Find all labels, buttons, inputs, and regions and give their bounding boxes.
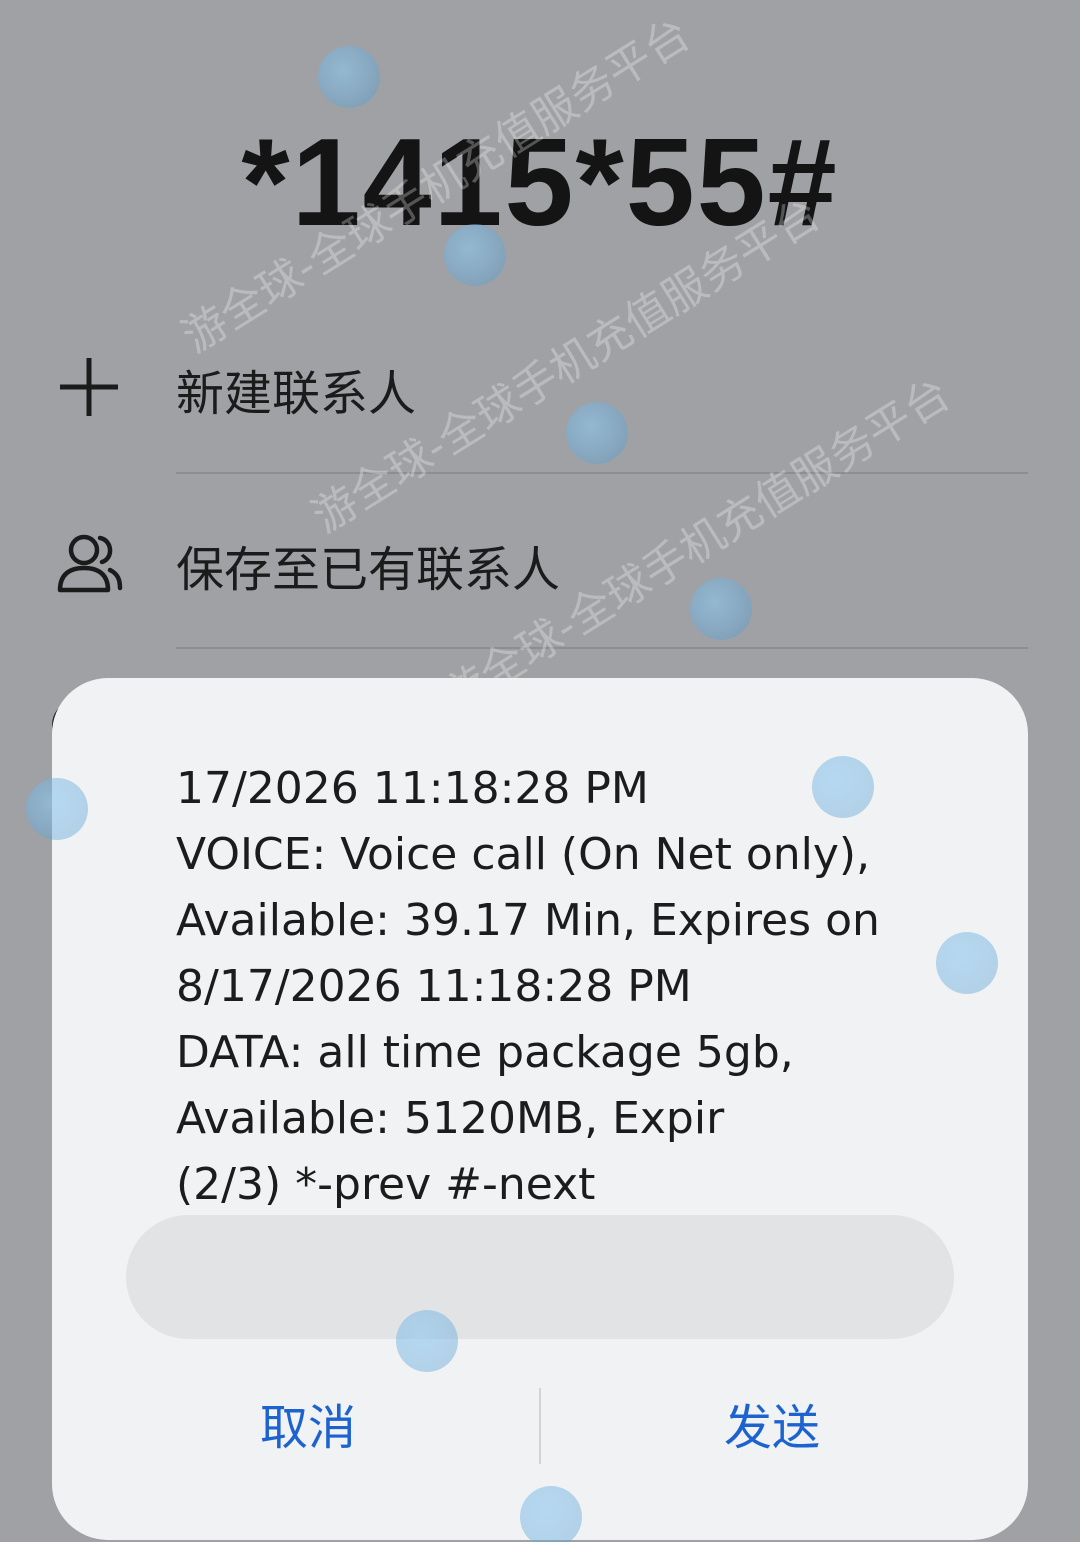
new-contact-label: 新建联系人 [176,366,417,422]
divider [176,647,1028,649]
plus-icon [60,358,118,416]
ussd-message: 17/2026 11:18:28 PM VOICE: Voice call (O… [176,763,880,1210]
cancel-button[interactable]: 取消 [98,1378,518,1478]
send-button[interactable]: 发送 [562,1378,982,1478]
button-divider [539,1388,541,1464]
save-to-existing-contact-row[interactable]: 保存至已有联系人 [0,500,1080,620]
contacts-icon [57,534,123,593]
save-to-existing-contact-label: 保存至已有联系人 [176,542,561,598]
ussd-dialog: 17/2026 11:18:28 PM VOICE: Voice call (O… [52,678,1028,1540]
dialer-screen: *1415*55# 新建联系人 保存至已有联系人 游全球-全球手机充值服务平台 … [0,0,1080,1542]
ussd-reply-input[interactable] [126,1215,954,1339]
dialed-number: *1415*55# [241,114,839,252]
divider [176,472,1028,474]
watermark-logo [318,46,380,108]
new-contact-row[interactable]: 新建联系人 [0,324,1080,444]
